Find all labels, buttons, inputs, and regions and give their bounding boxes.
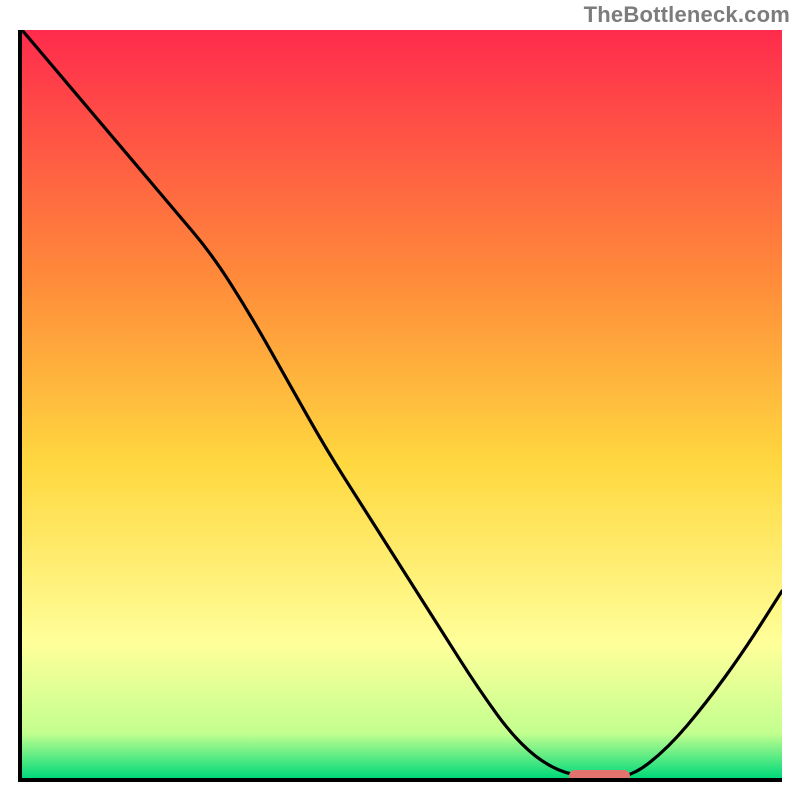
bottleneck-curve (22, 30, 782, 778)
x-axis (18, 778, 782, 782)
y-axis (18, 30, 22, 782)
attribution-text: TheBottleneck.com (584, 2, 790, 28)
bottleneck-chart (18, 30, 782, 782)
